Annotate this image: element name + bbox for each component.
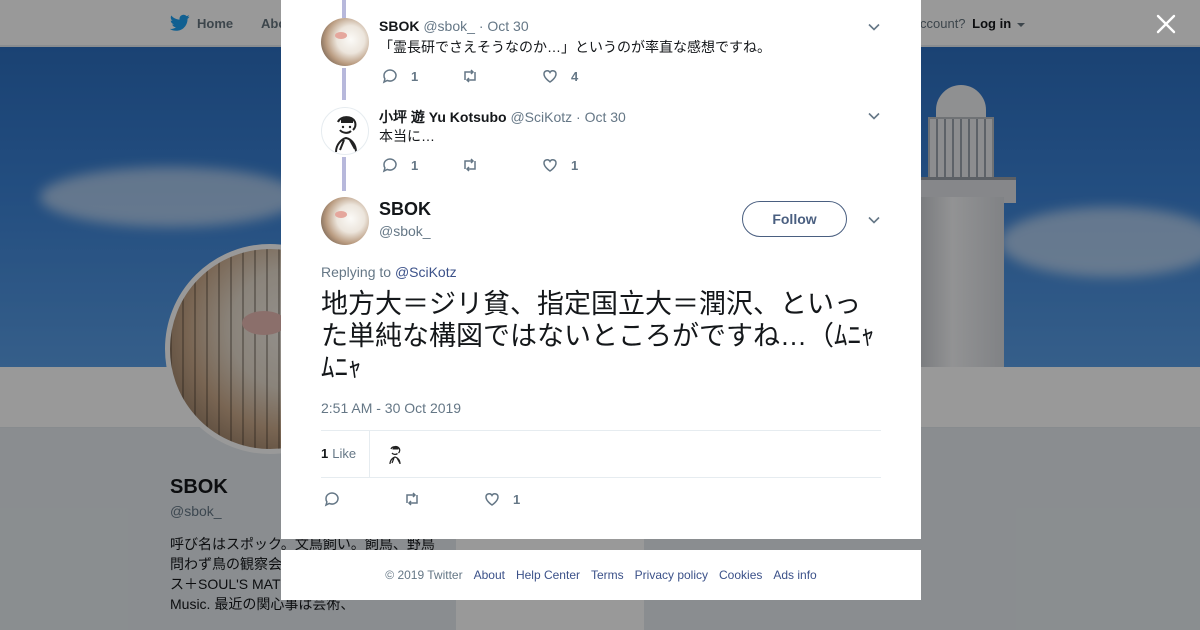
reply-button[interactable] (323, 490, 403, 508)
retweet-button[interactable] (461, 67, 541, 85)
avatar[interactable] (321, 18, 369, 66)
thread-tweet[interactable]: SBOK @sbok_ · Oct 30 「霊長研でさえそうなのか…」というのが… (321, 18, 881, 88)
like-button[interactable]: 1 (483, 490, 563, 508)
tweet-header: SBOK @sbok_ · Oct 30 (379, 18, 529, 34)
heart-icon (543, 159, 557, 172)
liker-avatar[interactable] (383, 442, 407, 466)
like-stat[interactable]: 1 Like (321, 446, 356, 461)
follow-button[interactable]: Follow (742, 201, 847, 237)
tweet-stats: 1 Like (321, 430, 881, 478)
footer-link-help-center[interactable]: Help Center (516, 568, 580, 582)
tweet-author-name[interactable]: SBOK (379, 18, 419, 34)
tweet-text: 本当に… (379, 128, 435, 144)
tweet-actions: 1 4 (381, 67, 621, 85)
tweet-header: 小坪 遊 Yu Kotsubo @SciKotz · Oct 30 (379, 107, 626, 127)
retweet-icon (464, 69, 476, 83)
replying-to-label: Replying to (321, 264, 392, 280)
like-stat-label: Like (332, 446, 357, 461)
modal-footer: © 2019 Twitter About Help Center Terms P… (281, 550, 921, 600)
avatar-illustration (335, 116, 357, 153)
retweet-icon (406, 492, 418, 506)
main-tweet-text: 地方大＝ジリ貧、指定国立大＝潤沢、といった単純な構図ではないところがですね…（ﾑ… (321, 289, 875, 383)
avatar[interactable] (321, 107, 369, 155)
footer-link-about[interactable]: About (474, 568, 505, 582)
reply-button[interactable]: 1 (381, 156, 461, 174)
tweet-modal: SBOK @sbok_ · Oct 30 「霊長研でさえそうなのか…」というのが… (281, 0, 921, 539)
like-count: 1 (513, 491, 521, 507)
chevron-down-icon[interactable] (867, 109, 881, 123)
like-count: 4 (571, 68, 579, 84)
tweet-actions: 1 1 (381, 156, 621, 174)
like-button[interactable]: 4 (541, 67, 621, 85)
reply-count: 1 (411, 68, 419, 84)
like-count: 1 (571, 157, 579, 173)
tweet-date[interactable]: Oct 30 (585, 109, 626, 125)
heart-icon (543, 70, 557, 83)
footer-link-ads-info[interactable]: Ads info (773, 568, 816, 582)
tweet-timestamp[interactable]: 2:51 AM - 30 Oct 2019 (321, 400, 461, 416)
retweet-button[interactable] (461, 156, 541, 174)
heart-icon (485, 493, 499, 506)
thread-tweet[interactable]: 小坪 遊 Yu Kotsubo @SciKotz · Oct 30 本当に… 1… (321, 107, 881, 177)
footer-link-terms[interactable]: Terms (591, 568, 624, 582)
avatar-illustration (383, 442, 407, 466)
copyright: © 2019 Twitter (385, 568, 463, 582)
footer-link-cookies[interactable]: Cookies (719, 568, 762, 582)
like-button[interactable]: 1 (541, 156, 621, 174)
retweet-icon (464, 158, 476, 172)
tweet-author-handle[interactable]: @SciKotz (510, 109, 572, 125)
reply-button[interactable]: 1 (381, 67, 461, 85)
like-stat-count: 1 (321, 446, 329, 461)
reply-icon (324, 492, 339, 507)
footer-link-privacy[interactable]: Privacy policy (635, 568, 708, 582)
tweet-date[interactable]: Oct 30 (487, 18, 528, 34)
reply-icon (382, 69, 397, 84)
divider (369, 431, 370, 477)
thread-line (342, 0, 346, 18)
main-tweet-author-name[interactable]: SBOK (379, 199, 431, 220)
tweet-text: 「霊長研でさえそうなのか…」というのが率直な感想ですね。 (379, 39, 771, 55)
retweet-button[interactable] (403, 490, 483, 508)
tweet-author-handle[interactable]: @sbok_ (423, 18, 475, 34)
main-tweet-author-handle[interactable]: @sbok_ (379, 223, 431, 239)
main-tweet-actions: 1 (323, 490, 563, 508)
reply-count: 1 (411, 157, 419, 173)
chevron-down-icon[interactable] (867, 213, 881, 227)
separator-dot: · (478, 18, 484, 34)
chevron-down-icon[interactable] (867, 20, 881, 34)
avatar[interactable] (321, 197, 369, 245)
reply-icon (382, 158, 397, 173)
close-icon[interactable] (1154, 12, 1178, 36)
tweet-author-name[interactable]: 小坪 遊 Yu Kotsubo (379, 109, 507, 125)
main-tweet-header: SBOK @sbok_ Follow (321, 197, 881, 245)
replying-to-link[interactable]: @SciKotz (395, 264, 457, 280)
replying-to: Replying to @SciKotz (321, 264, 457, 280)
separator-dot: · (576, 109, 581, 125)
